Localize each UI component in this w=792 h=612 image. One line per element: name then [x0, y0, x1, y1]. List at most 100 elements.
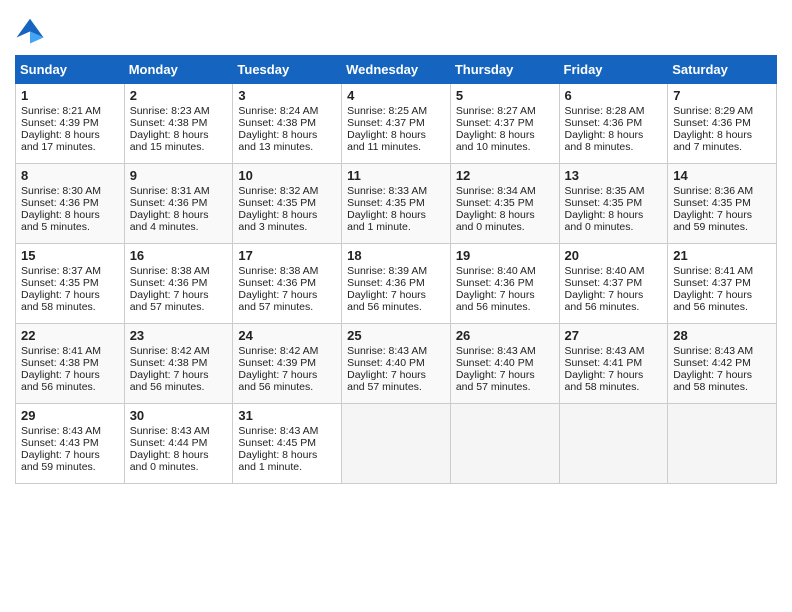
- daylight: Daylight: 8 hours and 4 minutes.: [130, 209, 209, 233]
- sunset: Sunset: 4:45 PM: [238, 437, 316, 449]
- sunset: Sunset: 4:36 PM: [456, 277, 534, 289]
- weekday-header: Tuesday: [233, 56, 342, 84]
- day-number: 28: [673, 328, 771, 343]
- sunrise: Sunrise: 8:38 AM: [130, 265, 210, 277]
- sunrise: Sunrise: 8:31 AM: [130, 185, 210, 197]
- logo: [15, 15, 47, 45]
- day-number: 24: [238, 328, 336, 343]
- sunset: Sunset: 4:35 PM: [565, 197, 643, 209]
- day-number: 29: [21, 408, 119, 423]
- day-number: 19: [456, 248, 554, 263]
- sunset: Sunset: 4:38 PM: [130, 117, 208, 129]
- day-number: 26: [456, 328, 554, 343]
- calendar-cell: 31 Sunrise: 8:43 AM Sunset: 4:45 PM Dayl…: [233, 404, 342, 484]
- calendar-cell: 11 Sunrise: 8:33 AM Sunset: 4:35 PM Dayl…: [342, 164, 451, 244]
- day-number: 14: [673, 168, 771, 183]
- sunrise: Sunrise: 8:37 AM: [21, 265, 101, 277]
- daylight: Daylight: 8 hours and 15 minutes.: [130, 129, 209, 153]
- daylight: Daylight: 8 hours and 1 minute.: [347, 209, 426, 233]
- calendar-cell: 1 Sunrise: 8:21 AM Sunset: 4:39 PM Dayli…: [16, 84, 125, 164]
- sunrise: Sunrise: 8:27 AM: [456, 105, 536, 117]
- sunset: Sunset: 4:35 PM: [21, 277, 99, 289]
- calendar-cell: 29 Sunrise: 8:43 AM Sunset: 4:43 PM Dayl…: [16, 404, 125, 484]
- calendar-cell: 23 Sunrise: 8:42 AM Sunset: 4:38 PM Dayl…: [124, 324, 233, 404]
- sunrise: Sunrise: 8:42 AM: [238, 345, 318, 357]
- day-number: 6: [565, 88, 663, 103]
- calendar-cell: 27 Sunrise: 8:43 AM Sunset: 4:41 PM Dayl…: [559, 324, 668, 404]
- daylight: Daylight: 8 hours and 0 minutes.: [565, 209, 644, 233]
- weekday-header: Monday: [124, 56, 233, 84]
- daylight: Daylight: 7 hours and 56 minutes.: [21, 369, 100, 393]
- sunset: Sunset: 4:36 PM: [347, 277, 425, 289]
- calendar-cell: 20 Sunrise: 8:40 AM Sunset: 4:37 PM Dayl…: [559, 244, 668, 324]
- day-number: 25: [347, 328, 445, 343]
- sunset: Sunset: 4:37 PM: [347, 117, 425, 129]
- sunrise: Sunrise: 8:41 AM: [21, 345, 101, 357]
- sunset: Sunset: 4:43 PM: [21, 437, 99, 449]
- calendar-cell: [342, 404, 451, 484]
- sunrise: Sunrise: 8:34 AM: [456, 185, 536, 197]
- sunrise: Sunrise: 8:24 AM: [238, 105, 318, 117]
- day-number: 13: [565, 168, 663, 183]
- calendar-cell: 19 Sunrise: 8:40 AM Sunset: 4:36 PM Dayl…: [450, 244, 559, 324]
- calendar-cell: 4 Sunrise: 8:25 AM Sunset: 4:37 PM Dayli…: [342, 84, 451, 164]
- sunrise: Sunrise: 8:43 AM: [673, 345, 753, 357]
- daylight: Daylight: 7 hours and 57 minutes.: [238, 289, 317, 313]
- daylight: Daylight: 8 hours and 0 minutes.: [130, 449, 209, 473]
- calendar-cell: 9 Sunrise: 8:31 AM Sunset: 4:36 PM Dayli…: [124, 164, 233, 244]
- calendar-table: SundayMondayTuesdayWednesdayThursdayFrid…: [15, 55, 777, 484]
- sunset: Sunset: 4:40 PM: [347, 357, 425, 369]
- calendar-cell: 18 Sunrise: 8:39 AM Sunset: 4:36 PM Dayl…: [342, 244, 451, 324]
- calendar-cell: 30 Sunrise: 8:43 AM Sunset: 4:44 PM Dayl…: [124, 404, 233, 484]
- calendar-cell: 8 Sunrise: 8:30 AM Sunset: 4:36 PM Dayli…: [16, 164, 125, 244]
- daylight: Daylight: 7 hours and 56 minutes.: [347, 289, 426, 313]
- sunset: Sunset: 4:40 PM: [456, 357, 534, 369]
- daylight: Daylight: 8 hours and 17 minutes.: [21, 129, 100, 153]
- sunset: Sunset: 4:35 PM: [673, 197, 751, 209]
- daylight: Daylight: 7 hours and 56 minutes.: [456, 289, 535, 313]
- calendar-cell: 7 Sunrise: 8:29 AM Sunset: 4:36 PM Dayli…: [668, 84, 777, 164]
- calendar-cell: 3 Sunrise: 8:24 AM Sunset: 4:38 PM Dayli…: [233, 84, 342, 164]
- sunrise: Sunrise: 8:43 AM: [565, 345, 645, 357]
- weekday-header-row: SundayMondayTuesdayWednesdayThursdayFrid…: [16, 56, 777, 84]
- daylight: Daylight: 7 hours and 57 minutes.: [130, 289, 209, 313]
- daylight: Daylight: 7 hours and 57 minutes.: [456, 369, 535, 393]
- sunset: Sunset: 4:39 PM: [238, 357, 316, 369]
- calendar-cell: 14 Sunrise: 8:36 AM Sunset: 4:35 PM Dayl…: [668, 164, 777, 244]
- sunset: Sunset: 4:38 PM: [130, 357, 208, 369]
- calendar-week-row: 8 Sunrise: 8:30 AM Sunset: 4:36 PM Dayli…: [16, 164, 777, 244]
- weekday-header: Friday: [559, 56, 668, 84]
- sunrise: Sunrise: 8:28 AM: [565, 105, 645, 117]
- sunset: Sunset: 4:35 PM: [347, 197, 425, 209]
- daylight: Daylight: 8 hours and 11 minutes.: [347, 129, 426, 153]
- sunrise: Sunrise: 8:43 AM: [347, 345, 427, 357]
- calendar-cell: 12 Sunrise: 8:34 AM Sunset: 4:35 PM Dayl…: [450, 164, 559, 244]
- daylight: Daylight: 8 hours and 7 minutes.: [673, 129, 752, 153]
- sunrise: Sunrise: 8:41 AM: [673, 265, 753, 277]
- day-number: 20: [565, 248, 663, 263]
- sunset: Sunset: 4:37 PM: [673, 277, 751, 289]
- calendar-week-row: 29 Sunrise: 8:43 AM Sunset: 4:43 PM Dayl…: [16, 404, 777, 484]
- sunrise: Sunrise: 8:43 AM: [21, 425, 101, 437]
- calendar-cell: 6 Sunrise: 8:28 AM Sunset: 4:36 PM Dayli…: [559, 84, 668, 164]
- weekday-header: Thursday: [450, 56, 559, 84]
- day-number: 8: [21, 168, 119, 183]
- sunrise: Sunrise: 8:43 AM: [238, 425, 318, 437]
- sunrise: Sunrise: 8:36 AM: [673, 185, 753, 197]
- day-number: 18: [347, 248, 445, 263]
- daylight: Daylight: 7 hours and 57 minutes.: [347, 369, 426, 393]
- day-number: 10: [238, 168, 336, 183]
- daylight: Daylight: 8 hours and 8 minutes.: [565, 129, 644, 153]
- calendar-cell: 2 Sunrise: 8:23 AM Sunset: 4:38 PM Dayli…: [124, 84, 233, 164]
- daylight: Daylight: 7 hours and 59 minutes.: [21, 449, 100, 473]
- sunrise: Sunrise: 8:21 AM: [21, 105, 101, 117]
- calendar-cell: 28 Sunrise: 8:43 AM Sunset: 4:42 PM Dayl…: [668, 324, 777, 404]
- sunrise: Sunrise: 8:43 AM: [456, 345, 536, 357]
- sunset: Sunset: 4:38 PM: [238, 117, 316, 129]
- weekday-header: Saturday: [668, 56, 777, 84]
- daylight: Daylight: 8 hours and 10 minutes.: [456, 129, 535, 153]
- sunset: Sunset: 4:37 PM: [456, 117, 534, 129]
- sunrise: Sunrise: 8:43 AM: [130, 425, 210, 437]
- sunrise: Sunrise: 8:32 AM: [238, 185, 318, 197]
- day-number: 16: [130, 248, 228, 263]
